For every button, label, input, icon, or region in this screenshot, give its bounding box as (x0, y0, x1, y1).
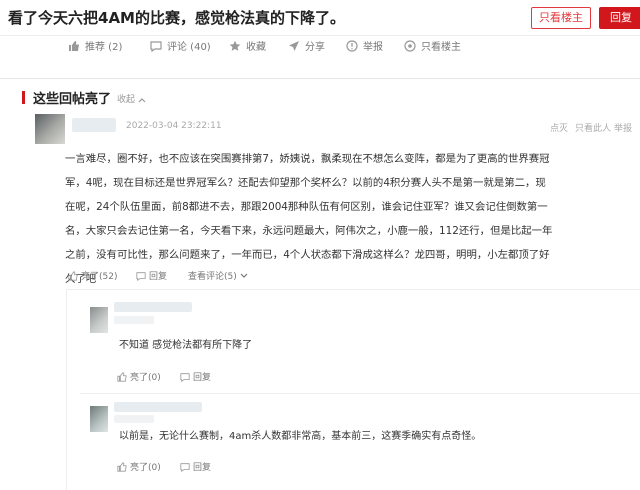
report-label: 举报 (363, 42, 383, 53)
post-action-bar: 推荐 (2) 评论 (40) 收藏 分享 举报 只看楼主 (0, 30, 640, 54)
username-blurred[interactable] (72, 118, 116, 132)
comment-like-button[interactable]: 亮了(0) (117, 370, 161, 383)
comment-text: 不知道 感觉枪法都有所下降了 (119, 340, 253, 351)
reply-timestamp: 2022-03-04 23:22:11 (126, 121, 222, 131)
section-title: 这些回帖亮了 (33, 92, 112, 107)
collapse-toggle[interactable]: 收起 (117, 92, 146, 105)
view-comments-label: 查看评论(5) (188, 272, 237, 282)
only-op-button[interactable]: 只看楼主 (531, 7, 591, 29)
comment-like-label: 亮了(0) (130, 373, 161, 383)
share-icon (289, 40, 299, 51)
only-op-label: 只看楼主 (421, 42, 461, 53)
username-blurred[interactable] (114, 402, 202, 412)
comment-label: 评论 (40) (167, 42, 211, 53)
thumbs-up-icon (68, 270, 78, 281)
thumbs-up-icon (69, 40, 79, 51)
favorite-label: 收藏 (246, 42, 266, 53)
comment-icon (180, 372, 190, 382)
username-blurred[interactable] (114, 302, 192, 312)
avatar[interactable] (35, 114, 65, 144)
share-action[interactable]: 分享 (288, 38, 325, 53)
comment-reply-button[interactable]: 回复 (180, 370, 211, 383)
comment-reply-label: 回复 (193, 463, 212, 473)
thumbs-up-icon (117, 461, 127, 472)
view-comments-button[interactable]: 查看评论(5) (188, 269, 248, 282)
comment-icon (180, 462, 190, 472)
comment-icon (150, 40, 162, 52)
comment-like-label: 亮了(0) (130, 463, 161, 473)
comment-reply-button[interactable]: 回复 (180, 460, 211, 473)
comment-text: 以前是，无论什么赛制，4am杀人数都非常高，基本前三，这赛季确实有点奇怪。 (119, 431, 482, 442)
reply-like-button[interactable]: 亮了(52) (68, 269, 117, 282)
chevron-down-icon (240, 273, 248, 278)
comment-action[interactable]: 评论 (40) (150, 38, 211, 53)
section-marker (22, 91, 25, 104)
only-op-action[interactable]: 只看楼主 (404, 38, 461, 53)
chevron-up-icon (138, 97, 146, 102)
thumbs-up-icon (117, 371, 127, 382)
reply-reply-button[interactable]: 回复 (136, 269, 167, 282)
avatar[interactable] (90, 307, 108, 333)
comment-like-button[interactable]: 亮了(0) (117, 460, 161, 473)
report-action[interactable]: 举报 (346, 38, 383, 53)
favorite-action[interactable]: 收藏 (229, 38, 266, 53)
share-label: 分享 (305, 42, 325, 53)
comment-divider (80, 393, 640, 394)
username-blurred[interactable] (114, 316, 154, 324)
comment-icon (136, 271, 146, 281)
dislike-link[interactable]: 点灭 (550, 121, 568, 134)
avatar[interactable] (90, 406, 108, 432)
post-title: 看了今天六把4AM的比赛，感觉枪法真的下降了。 (8, 9, 345, 27)
section-divider (0, 78, 640, 79)
collapse-label: 收起 (117, 95, 136, 105)
comment-reply-label: 回复 (193, 373, 212, 383)
recommend-label: 推荐 (2) (85, 42, 123, 53)
recommend-action[interactable]: 推荐 (2) (68, 38, 122, 53)
reply-like-label: 亮了(52) (81, 272, 118, 282)
reply-button[interactable]: 回复 (599, 7, 640, 29)
username-blurred[interactable] (114, 415, 154, 423)
report-icon (346, 39, 358, 52)
reply-reply-label: 回复 (149, 272, 168, 282)
reply-report-link[interactable]: 举报 (614, 121, 632, 134)
eye-icon (404, 39, 416, 52)
star-icon (229, 40, 241, 51)
only-this-user-link[interactable]: 只看此人 (575, 121, 611, 134)
